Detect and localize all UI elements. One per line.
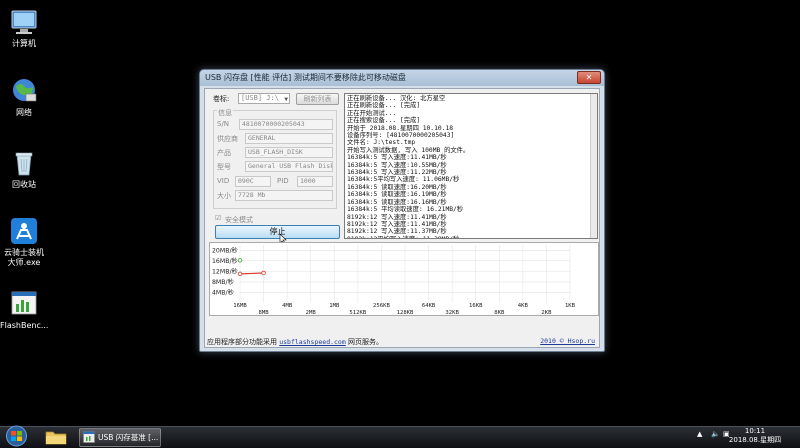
info-group-title: 信息	[217, 108, 233, 118]
windows-start-button[interactable]	[3, 424, 30, 448]
log-line: 开始于 2018.08.星期四 10.10.18	[347, 124, 454, 132]
taskbar-app-label: USB 闪存基准 [...	[98, 433, 159, 442]
y-tick-label: 4MB/秒	[212, 288, 234, 296]
drive-select-value: [USB] J:\	[241, 94, 279, 102]
desktop-icon-recycle-bin[interactable]: 回收站	[0, 149, 48, 190]
usbflashspeed-link[interactable]: usbflashspeed.com	[279, 338, 346, 346]
size-field: 7728 Mb	[235, 190, 333, 201]
y-tick-label: 12MB/秒	[212, 267, 238, 275]
stop-button[interactable]: 停止	[215, 225, 340, 239]
x-tick-label: 4MB	[282, 303, 293, 309]
safe-mode-checkbox[interactable]: ☑	[215, 214, 221, 222]
log-line: 8192k:12平均写入速度: 11.39MB/秒	[347, 236, 595, 238]
log-line: 16384k:5平均写入速度: 11.06MB/秒	[347, 176, 460, 184]
usb-flash-benchmark-window: USB 闪存盘 [性能 评估] 测试期间不要移除此可移动磁盘 ✕ 卷标: [US…	[199, 69, 605, 352]
copyright-link[interactable]: 2010 © Hsop.ru	[540, 337, 595, 345]
x-tick-label: 1MB	[329, 303, 340, 309]
window-client-area: 卷标: [USB] J:\ ▼ 刷新列表 信息 S/N 481007000020…	[204, 88, 600, 348]
flashbench-app-icon	[11, 291, 37, 315]
refresh-list-button[interactable]: 刷新列表	[296, 93, 339, 105]
status-bar: 应用程序部分功能采用 usbflashspeed.com 网页服务。 2010 …	[207, 337, 599, 348]
product-label: 产品	[217, 149, 231, 157]
log-scrollbar[interactable]	[590, 94, 597, 238]
network-globe-icon	[13, 79, 37, 102]
y-tick-label: 20MB/秒	[212, 246, 238, 254]
yunqishi-app-icon	[11, 218, 37, 244]
x-tick-label: 16KB	[469, 303, 483, 309]
file-explorer-taskbar-icon[interactable]	[44, 428, 68, 446]
x-tick-label: 16MB	[233, 303, 247, 309]
product-field: USB_FLASH_DISK	[245, 147, 333, 158]
x-tick-label: 2MB	[306, 310, 317, 315]
desktop-icon-yunqishi[interactable]: 云骑士装机 大师.exe	[0, 217, 48, 268]
chevron-down-icon: ▼	[284, 96, 288, 103]
vendor-field: GENERAL	[245, 133, 333, 144]
x-tick-label: 64KB	[422, 303, 436, 309]
log-line: 16384k:5 写入速度:10.55MB/秒	[347, 161, 447, 169]
x-tick-label: 4KB	[518, 303, 529, 309]
close-button[interactable]: ✕	[577, 71, 601, 84]
serial-field: 4810070000205043	[239, 119, 333, 130]
speed-chart: 20MB/秒 16MB/秒 12MB/秒 8MB/秒 4MB/秒 16MB 8MB 4MB 2M…	[212, 245, 576, 316]
benchmark-app-icon	[83, 431, 95, 443]
x-tick-label: 1KB	[565, 303, 576, 309]
data-point	[261, 270, 266, 276]
log-output[interactable]: 正在刷新设备... 汉化: 北方星空 正在刷新设备... [完成] 正在开始测试..…	[344, 93, 598, 239]
x-tick-label: 256KB	[373, 303, 390, 309]
x-tick-label: 8KB	[494, 310, 505, 315]
status-suffix: 网页服务。	[348, 338, 383, 346]
log-line: 8192k:12 写入速度:11.37MB/秒	[347, 228, 447, 236]
pid-field: 1000	[297, 176, 333, 187]
log-line: 正在搜索设备... [完成]	[347, 117, 421, 125]
log-line: 文件名: J:\test.tmp	[347, 139, 416, 147]
computer-icon	[11, 10, 37, 34]
vendor-label: 供应商	[217, 135, 238, 143]
x-tick-label: 2KB	[541, 310, 552, 315]
desktop-icon-label: FlashBenc...	[0, 321, 49, 330]
log-line: 正在刷新设备... [完成]	[347, 102, 421, 110]
safe-mode-label: 安全模式	[225, 216, 253, 224]
x-tick-label: 128KB	[397, 310, 414, 315]
model-label: 型号	[217, 163, 231, 171]
log-line: 16384k:5 读取速度:16.19MB/秒	[347, 191, 447, 199]
desktop-icon-label: 计算机	[12, 39, 36, 48]
log-line: 16384k:5 读取速度:16.16MB/秒	[347, 198, 447, 206]
desktop-icon-computer[interactable]: 计算机	[0, 8, 48, 49]
speed-chart-area: 20MB/秒 16MB/秒 12MB/秒 8MB/秒 4MB/秒 16MB 8MB 4MB 2M…	[209, 242, 599, 316]
series-line	[239, 272, 264, 275]
taskbar-clock[interactable]: 10:11 2018.08.星期四	[718, 427, 792, 445]
window-title: USB 闪存盘 [性能 评估] 测试期间不要移除此可移动磁盘	[205, 73, 406, 82]
desktop-icon-label-line2: 大师.exe	[7, 258, 41, 267]
log-line: 16384k:5 写入速度:11.41MB/秒	[347, 154, 447, 162]
log-line: 16384k:5 平均读取速度: 16.21MB/秒	[347, 206, 464, 214]
status-text: 应用程序部分功能采用	[207, 338, 277, 346]
y-tick-label: 8MB/秒	[212, 278, 234, 286]
vid-field: 090C	[235, 176, 271, 187]
data-point	[237, 271, 243, 277]
log-line: 8192k:12 写入速度:11.41MB/秒	[347, 213, 447, 221]
window-titlebar[interactable]: USB 闪存盘 [性能 评估] 测试期间不要移除此可移动磁盘 ✕	[200, 70, 604, 86]
y-tick-label: 16MB/秒	[212, 257, 238, 265]
desktop-icon-label: 网络	[16, 108, 32, 117]
x-tick-label: 32KB	[445, 310, 459, 315]
model-field: General USB Flash Disk	[245, 161, 333, 172]
desktop-icon-flashbench[interactable]: FlashBenc...	[0, 290, 48, 331]
close-icon: ✕	[585, 73, 593, 82]
desktop-icon-network[interactable]: 网络	[0, 77, 48, 118]
clock-time: 10:11	[744, 427, 766, 435]
drive-label: 卷标:	[213, 95, 230, 103]
serial-label: S/N	[217, 120, 230, 128]
x-tick-label: 512KB	[349, 310, 366, 315]
x-tick-label: 8MB	[259, 310, 270, 315]
tray-arrow-icon[interactable]: ▲	[697, 430, 702, 438]
data-point	[237, 258, 243, 263]
vid-label: VID	[217, 177, 230, 185]
desktop-icon-label: 回收站	[12, 180, 36, 189]
desktop-icon-label: 云骑士装机	[4, 248, 44, 257]
size-label: 大小	[217, 192, 231, 200]
pid-label: PID	[277, 177, 289, 185]
drive-select[interactable]: [USB] J:\ ▼	[238, 93, 290, 104]
recycle-bin-icon	[15, 152, 33, 176]
clock-date: 2018.08.星期四	[728, 436, 782, 444]
